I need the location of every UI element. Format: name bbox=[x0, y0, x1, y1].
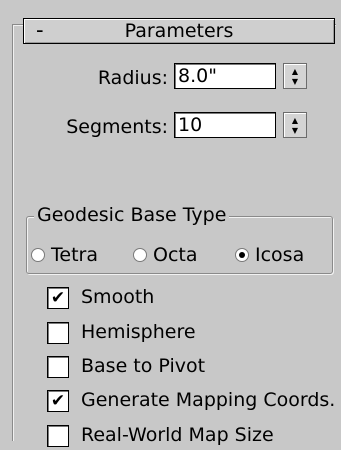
segments-label: Segments: bbox=[66, 116, 168, 138]
radius-input[interactable]: 8.0" bbox=[174, 63, 276, 89]
smooth-checkbox[interactable]: ✔ bbox=[47, 287, 69, 309]
radius-spinner[interactable]: ▲ ▼ bbox=[283, 63, 307, 89]
generate-mapping-coords-checkbox[interactable]: ✔ bbox=[47, 390, 69, 412]
segments-input[interactable]: 10 bbox=[174, 112, 276, 138]
segments-row: Segments: 10 ▲ ▼ bbox=[0, 112, 341, 142]
spinner-up-icon[interactable]: ▲ bbox=[284, 67, 306, 76]
radius-label: Radius: bbox=[97, 67, 168, 89]
real-world-map-size-label[interactable]: Real-World Map Size bbox=[81, 424, 274, 446]
base-to-pivot-label[interactable]: Base to Pivot bbox=[81, 355, 205, 377]
rollout-title: Parameters bbox=[124, 20, 234, 42]
real-world-map-size-checkbox[interactable] bbox=[47, 425, 69, 447]
radio-octa-label[interactable]: Octa bbox=[153, 244, 198, 266]
spinner-down-icon[interactable]: ▼ bbox=[284, 126, 306, 135]
generate-mapping-coords-label[interactable]: Generate Mapping Coords. bbox=[81, 389, 335, 411]
spinner-up-icon[interactable]: ▲ bbox=[284, 116, 306, 125]
radio-icosa-label[interactable]: Icosa bbox=[255, 244, 304, 266]
base-to-pivot-checkbox[interactable] bbox=[47, 356, 69, 378]
smooth-label[interactable]: Smooth bbox=[81, 286, 154, 308]
hemisphere-label[interactable]: Hemisphere bbox=[81, 321, 196, 343]
parameters-rollout-header[interactable]: - Parameters bbox=[23, 18, 335, 44]
spinner-down-icon[interactable]: ▼ bbox=[284, 77, 306, 86]
segments-spinner[interactable]: ▲ ▼ bbox=[283, 112, 307, 138]
radio-tetra-label[interactable]: Tetra bbox=[51, 244, 98, 266]
radio-circle-icon[interactable] bbox=[31, 248, 45, 262]
radius-row: Radius: 8.0" ▲ ▼ bbox=[0, 63, 341, 93]
radio-circle-icon[interactable] bbox=[133, 248, 147, 262]
geodesic-group-title: Geodesic Base Type bbox=[34, 204, 230, 226]
radio-circle-selected-icon[interactable] bbox=[235, 248, 249, 262]
hemisphere-checkbox[interactable] bbox=[47, 322, 69, 344]
